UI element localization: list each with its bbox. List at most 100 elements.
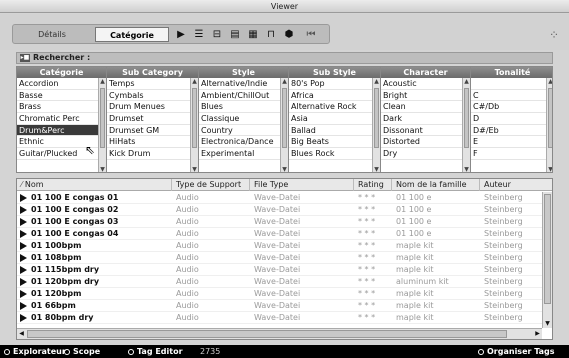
- filter-item[interactable]: Kick Drum: [107, 148, 190, 160]
- filter-item[interactable]: F: [471, 148, 546, 160]
- filter-scrollbar[interactable]: ▲ ▼: [280, 78, 288, 172]
- filter-column-style[interactable]: Style Alternative/Indie Ambient/ChillOut…: [199, 67, 289, 172]
- filter-item[interactable]: Drumset: [107, 113, 190, 125]
- filter-item[interactable]: D: [471, 113, 546, 125]
- filter-item[interactable]: Acoustic: [381, 78, 462, 90]
- row-support: Audio: [176, 229, 199, 238]
- filter-item[interactable]: Temps: [107, 78, 190, 90]
- rewind-icon[interactable]: ⏮: [305, 28, 317, 41]
- tag-editor-toggle[interactable]: Tag Editor: [128, 345, 183, 358]
- filter-item[interactable]: Chromatic Perc: [17, 113, 98, 125]
- column-header-family[interactable]: Nom de la famille: [392, 179, 480, 191]
- row-rating: * * *: [358, 277, 376, 286]
- list-icon[interactable]: ▤: [229, 28, 241, 41]
- filter-item[interactable]: E: [471, 136, 546, 149]
- filter-column-character[interactable]: Character Acoustic Bright Clean Dark Dis…: [381, 67, 471, 172]
- filter-header: Sub Category: [107, 67, 198, 78]
- filter-item[interactable]: Big Beats: [289, 136, 372, 149]
- table-row[interactable]: 01 100 E congas 01 Audio Wave-Datei * * * 01…: [17, 192, 542, 204]
- grid-icon[interactable]: ▦: [247, 28, 259, 41]
- filter-item[interactable]: Drum Menues: [107, 101, 190, 114]
- filter-item[interactable]: Dissonant: [381, 125, 462, 137]
- filter-item[interactable]: [471, 78, 546, 90]
- filter-item[interactable]: 80's Pop: [289, 78, 372, 90]
- column-header-file-type[interactable]: File Type: [250, 179, 354, 191]
- filter-column-categorie[interactable]: Catégorie Accordion Basse Brass Chromati…: [17, 67, 107, 172]
- table-row[interactable]: 01 100 E congas 02 Audio Wave-Datei * * * 01…: [17, 204, 542, 216]
- filter-scrollbar[interactable]: ▲ ▼: [546, 78, 552, 172]
- tab-strip: Détails Catégorie ▶ ☰ ⊟ ▤ ▦ ⊓ ⬢ ⏮: [12, 24, 330, 44]
- filter-item[interactable]: Bright: [381, 90, 462, 102]
- filter-column-sub-style[interactable]: Sub Style 80's Pop Africa Alternative Ro…: [289, 67, 381, 172]
- filter-column-tonalite[interactable]: Tonalité C C#/Db D D#/Eb E F ▲ ▼: [471, 67, 552, 172]
- explorateur-toggle[interactable]: Explorateur: [4, 345, 66, 358]
- table-row[interactable]: 01 100bpm Audio Wave-Datei * * * maple kit St…: [17, 240, 542, 252]
- filter-item[interactable]: Drumset GM: [107, 125, 190, 137]
- filter-item[interactable]: C#/Db: [471, 101, 546, 114]
- column-header-rating[interactable]: Rating: [354, 179, 392, 191]
- filter-item-selected[interactable]: Drum&Perc: [17, 124, 98, 137]
- search-toggle-icon[interactable]: ▸■: [20, 54, 30, 62]
- filter-item[interactable]: Country: [199, 125, 280, 137]
- search-bar[interactable]: ▸■ Rechercher :: [16, 52, 553, 64]
- table-row[interactable]: 01 120bpm Audio Wave-Datei * * * maple kit St…: [17, 288, 542, 300]
- status-bar: Explorateur Scope Tag Editor 2735 Organi…: [0, 345, 569, 358]
- play-icon[interactable]: ▶: [175, 28, 187, 41]
- filter-icon[interactable]: ☰: [193, 28, 205, 41]
- scope-toggle[interactable]: Scope: [64, 345, 100, 358]
- filter-item[interactable]: D#/Eb: [471, 125, 546, 137]
- filter-item[interactable]: Classique: [199, 113, 280, 125]
- filter-item[interactable]: Electronica/Dance: [199, 136, 280, 149]
- column-header-author[interactable]: Auteur: [480, 179, 552, 191]
- table-row[interactable]: 01 80bpm dry Audio Wave-Datei * * * maple ki…: [17, 312, 542, 324]
- filter-item[interactable]: Ambient/ChillOut: [199, 90, 280, 102]
- filter-bracket-icon[interactable]: ⊟: [211, 28, 223, 41]
- filter-item[interactable]: C: [471, 90, 546, 102]
- row-family: maple kit: [396, 253, 434, 262]
- table-row[interactable]: 01 100 E congas 03 Audio Wave-Datei * * * 01…: [17, 216, 542, 228]
- row-support: Audio: [176, 265, 199, 274]
- table-row[interactable]: 01 66bpm Audio Wave-Datei * * * maple kit Ste…: [17, 300, 542, 312]
- filter-item[interactable]: Brass: [17, 101, 98, 114]
- row-rating: * * *: [358, 265, 376, 274]
- filter-item[interactable]: Basse: [17, 90, 98, 102]
- column-header-name[interactable]: ⁄ Nom: [17, 179, 172, 191]
- filter-item[interactable]: Dry: [381, 148, 462, 160]
- filter-item[interactable]: Africa: [289, 90, 372, 102]
- filter-scrollbar[interactable]: ▲ ▼: [462, 78, 470, 172]
- filter-item[interactable]: Blues Rock: [289, 148, 372, 160]
- row-name: 01 100 E congas 01: [31, 193, 119, 202]
- row-name: 01 80bpm dry: [31, 313, 94, 322]
- filter-item[interactable]: Alternative/Indie: [199, 78, 280, 90]
- filter-scrollbar[interactable]: ▲ ▼: [190, 78, 198, 172]
- filter-item[interactable]: Asia: [289, 113, 372, 125]
- tab-details[interactable]: Détails: [17, 27, 87, 42]
- search-label: Rechercher :: [33, 53, 91, 62]
- horizontal-scrollbar[interactable]: ◀ ▶: [17, 328, 542, 339]
- filter-item[interactable]: Cymbals: [107, 90, 190, 102]
- filter-item[interactable]: Blues: [199, 101, 280, 114]
- filter-item[interactable]: Experimental: [199, 148, 280, 160]
- filter-scrollbar[interactable]: ▲ ▼: [372, 78, 380, 172]
- table-row[interactable]: 01 120bpm dry Audio Wave-Datei * * * aluminu…: [17, 276, 542, 288]
- row-support: Audio: [176, 277, 199, 286]
- filter-item[interactable]: Clean: [381, 101, 462, 114]
- tab-categorie[interactable]: Catégorie: [95, 27, 169, 42]
- vertical-scrollbar[interactable]: ▼: [542, 192, 552, 328]
- columns-icon[interactable]: ⊓: [265, 28, 277, 41]
- filter-item[interactable]: Dark: [381, 113, 462, 125]
- filter-scrollbar[interactable]: ▲ ▼: [98, 78, 106, 172]
- organiser-tags-toggle[interactable]: Organiser Tags: [478, 345, 555, 358]
- filter-item[interactable]: HiHats: [107, 136, 190, 149]
- column-header-support[interactable]: Type de Support: [172, 179, 250, 191]
- table-row[interactable]: 01 100 E congas 04 Audio Wave-Datei * * * 01…: [17, 228, 542, 240]
- filter-item[interactable]: Ballad: [289, 125, 372, 137]
- filter-item[interactable]: Alternative Rock: [289, 101, 372, 114]
- table-row[interactable]: 01 108bpm Audio Wave-Datei * * * maple kit St…: [17, 252, 542, 264]
- filter-item[interactable]: Accordion: [17, 78, 98, 90]
- table-row[interactable]: 01 115bpm dry Audio Wave-Datei * * * maple k…: [17, 264, 542, 276]
- row-name: 01 100 E congas 03: [31, 217, 119, 226]
- filter-column-sub-category[interactable]: Sub Category Temps Cymbals Drum Menues D…: [107, 67, 199, 172]
- globe-icon[interactable]: ⬢: [283, 28, 295, 41]
- filter-item[interactable]: Distorted: [381, 136, 462, 149]
